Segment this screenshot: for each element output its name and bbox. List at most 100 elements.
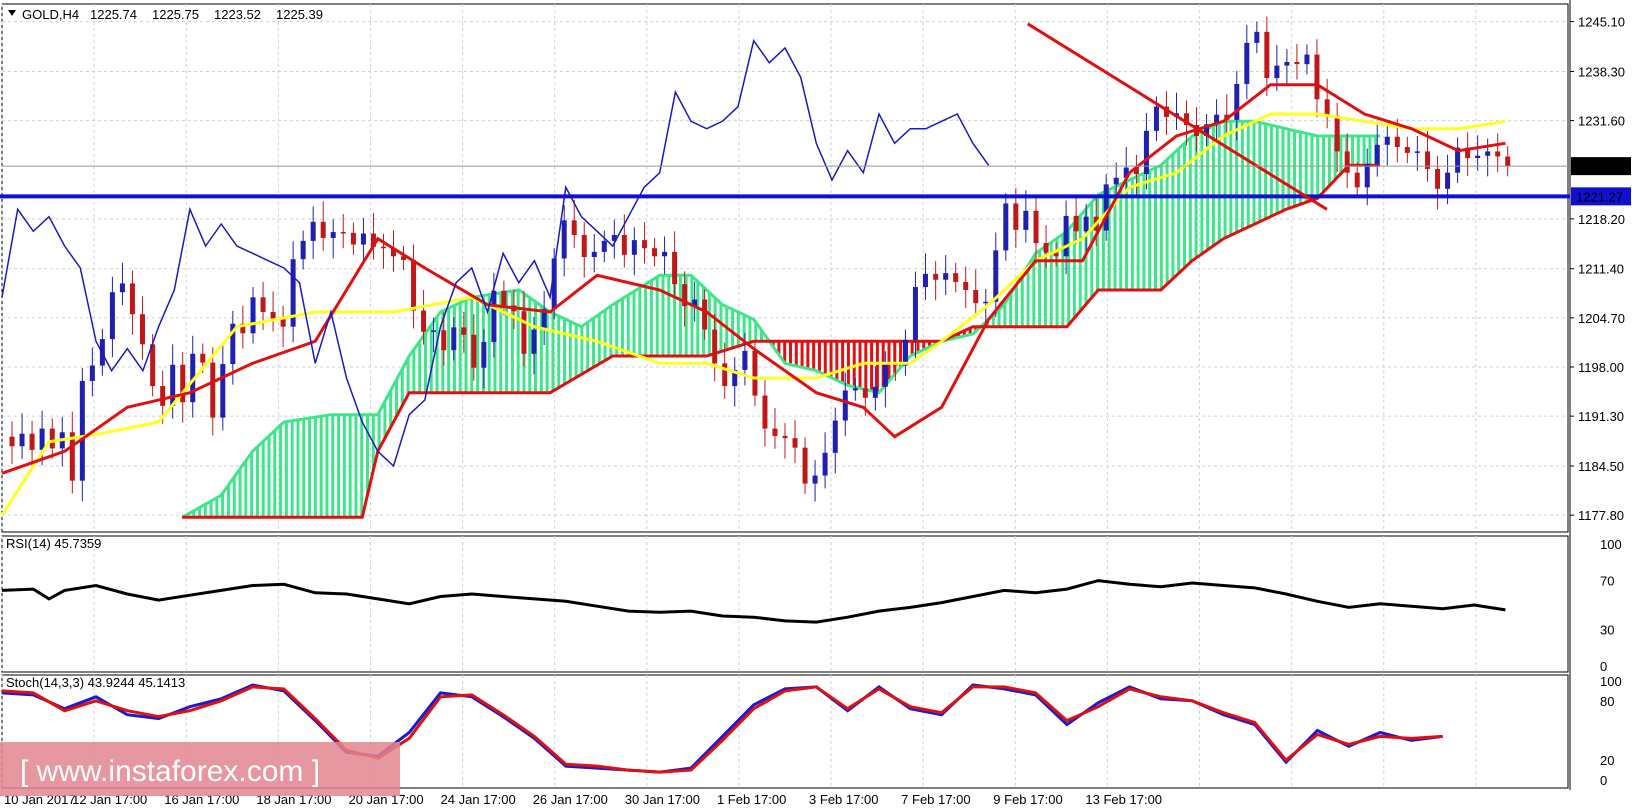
candle-body bbox=[39, 428, 45, 450]
candle-body bbox=[521, 311, 527, 354]
watermark-text: [ www.instaforex.com ] bbox=[20, 755, 320, 788]
x-tick-label: 7 Feb 17:00 bbox=[901, 792, 970, 807]
candle-body bbox=[1083, 216, 1089, 232]
candle-body bbox=[129, 283, 135, 315]
candle-body bbox=[752, 350, 758, 396]
y-tick-label: 1177.80 bbox=[1578, 508, 1624, 523]
candle-body bbox=[1344, 151, 1350, 173]
candle-body bbox=[742, 350, 748, 370]
candle-body bbox=[531, 329, 537, 354]
y-tick-label: 1191.30 bbox=[1578, 409, 1624, 424]
low-value: 1223.52 bbox=[214, 7, 261, 22]
candle-body bbox=[1324, 99, 1330, 116]
candle-body bbox=[350, 232, 356, 245]
stoch-label: Stoch(14,3,3) 43.9244 45.1413 bbox=[6, 675, 185, 690]
candle-body bbox=[250, 297, 256, 334]
y-tick-label: 1184.50 bbox=[1578, 459, 1624, 474]
y-tick-label: 1204.70 bbox=[1578, 311, 1625, 326]
candle-body bbox=[1445, 172, 1451, 189]
candle-body bbox=[310, 221, 316, 241]
candle-body bbox=[802, 447, 808, 484]
candle-body bbox=[762, 395, 768, 429]
candle-body bbox=[19, 433, 25, 447]
candle-body bbox=[1103, 184, 1109, 231]
chart-canvas: 1245.10 1238.30 1231.60 1225.39 1221.27 1218.… bbox=[0, 0, 1631, 807]
candle-body bbox=[1274, 65, 1280, 79]
candle-body bbox=[1234, 83, 1240, 120]
candle-body bbox=[461, 327, 467, 335]
indicator-lines bbox=[0, 38, 1506, 774]
rsi-tick-label: 70 bbox=[1600, 574, 1614, 589]
candle-body bbox=[862, 388, 868, 398]
rsi-tick-label: 30 bbox=[1600, 622, 1614, 637]
rsi-line bbox=[1, 579, 1506, 624]
candle-body bbox=[9, 436, 15, 447]
candle-body bbox=[360, 233, 366, 245]
current-price-label: 1225.39 bbox=[1576, 159, 1623, 174]
candle-body bbox=[300, 240, 306, 260]
candle-body bbox=[1475, 155, 1481, 158]
candle-body bbox=[1314, 54, 1320, 100]
candle-body bbox=[1073, 215, 1079, 232]
candle-body bbox=[933, 273, 939, 280]
candle-body bbox=[1304, 54, 1310, 65]
y-tick-label: 1218.20 bbox=[1578, 212, 1625, 227]
candle-body bbox=[922, 273, 928, 288]
candle-body bbox=[1374, 144, 1380, 164]
candle-body bbox=[471, 334, 477, 368]
candle-body bbox=[1414, 151, 1420, 153]
candle-body bbox=[571, 220, 577, 235]
candle-body bbox=[220, 364, 226, 418]
dropdown-triangle-icon[interactable] bbox=[8, 10, 16, 16]
candle-body bbox=[1043, 243, 1049, 253]
candle-body bbox=[1113, 177, 1119, 185]
candle-body bbox=[631, 240, 637, 255]
candle-body bbox=[652, 248, 658, 257]
stoch-tick-label: 0 bbox=[1600, 773, 1607, 788]
x-tick-label: 24 Jan 17:00 bbox=[441, 792, 516, 807]
candle-body bbox=[882, 364, 888, 387]
candle-body bbox=[1435, 169, 1441, 189]
candle-body bbox=[1384, 136, 1390, 145]
candle-body bbox=[953, 273, 959, 282]
candle-body bbox=[89, 365, 95, 381]
support-price-label: 1221.27 bbox=[1576, 189, 1623, 204]
candle-body bbox=[772, 428, 778, 436]
candle-body bbox=[1013, 203, 1019, 230]
candle-body bbox=[812, 475, 818, 484]
candle-body bbox=[1354, 172, 1360, 188]
y-tick-label: 1245.10 bbox=[1578, 15, 1625, 30]
candle-body bbox=[1023, 210, 1029, 230]
y-tick-label: 1231.60 bbox=[1578, 114, 1625, 129]
candle-body bbox=[441, 330, 447, 351]
high-value: 1225.75 bbox=[152, 7, 199, 22]
y-tick-label: 1238.30 bbox=[1578, 64, 1625, 79]
candlesticks bbox=[9, 16, 1511, 502]
candle-body bbox=[712, 329, 718, 364]
candle-body bbox=[1364, 163, 1370, 188]
stoch-tick-label: 80 bbox=[1600, 694, 1614, 709]
stoch-tick-label: 100 bbox=[1600, 674, 1622, 689]
x-tick-label: 3 Feb 17:00 bbox=[809, 792, 878, 807]
candle-body bbox=[561, 220, 567, 259]
candle-body bbox=[109, 292, 115, 340]
candle-body bbox=[501, 290, 507, 306]
candle-body bbox=[170, 364, 176, 406]
x-tick-label: 9 Feb 17:00 bbox=[993, 792, 1062, 807]
candle-body bbox=[1485, 151, 1491, 156]
candle-body bbox=[481, 342, 487, 368]
candle-body bbox=[1284, 61, 1290, 66]
price-header: GOLD,H4 1225.74 1225.75 1223.52 1225.39 bbox=[8, 7, 323, 22]
candle-body bbox=[902, 339, 908, 366]
candle-body bbox=[491, 290, 497, 343]
grid-lines bbox=[1, 4, 1568, 788]
tenkan-line bbox=[1, 83, 1506, 475]
candle-body bbox=[832, 420, 838, 453]
candle-body bbox=[270, 312, 276, 319]
candle-body bbox=[1033, 210, 1039, 244]
candle-body bbox=[872, 386, 878, 398]
candle-body bbox=[1394, 136, 1400, 147]
candle-body bbox=[1143, 130, 1149, 175]
rsi-tick-label: 0 bbox=[1600, 659, 1607, 674]
candle-body bbox=[210, 362, 216, 418]
